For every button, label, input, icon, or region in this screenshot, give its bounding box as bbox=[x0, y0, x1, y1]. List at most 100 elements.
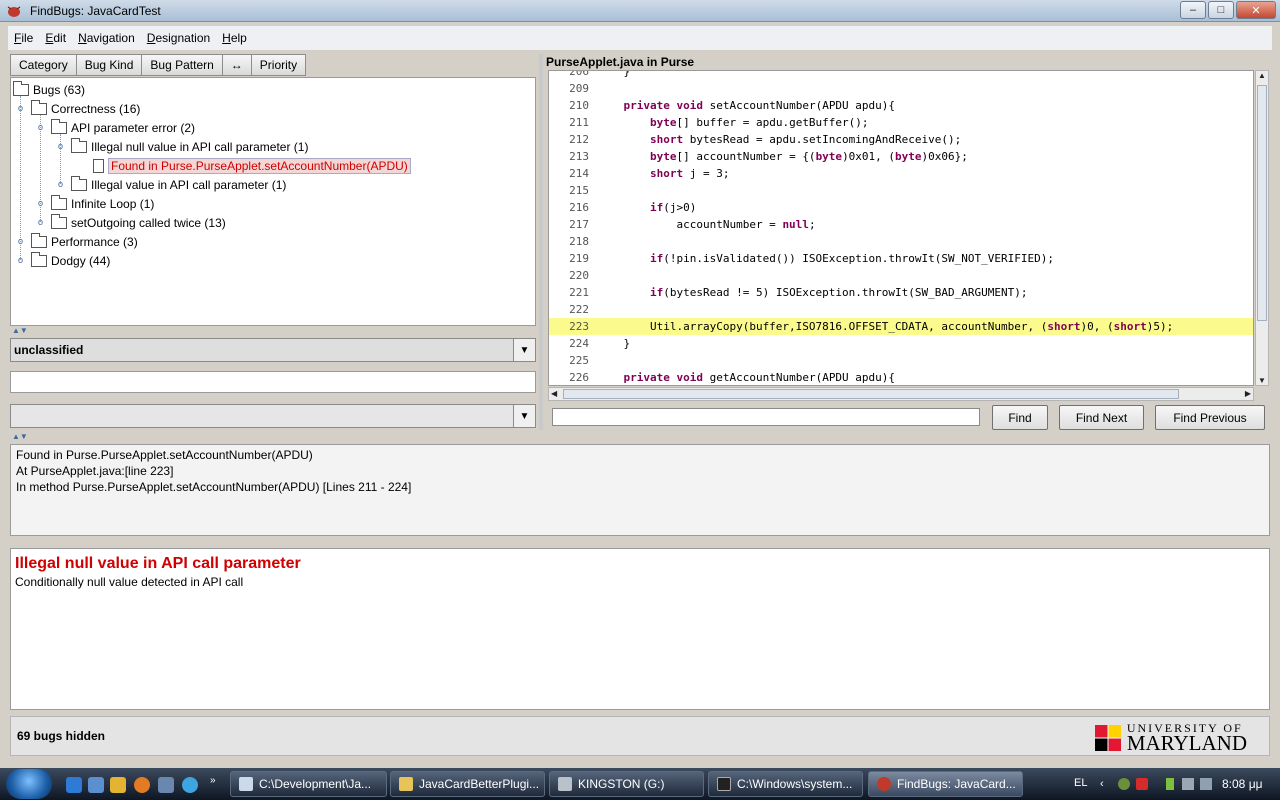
sort-bug-pattern-button[interactable]: Bug Pattern bbox=[141, 54, 222, 76]
network-icon[interactable] bbox=[1182, 778, 1194, 790]
code-text: if(j>0) bbox=[649, 201, 697, 214]
code-text: } bbox=[597, 337, 631, 350]
sort-category-button[interactable]: Category bbox=[10, 54, 76, 76]
tree-leaf-found-in[interactable]: Found in Purse.PurseApplet.setAccountNum… bbox=[93, 156, 411, 175]
taskbar-item[interactable]: C:\Development\Ja... bbox=[230, 771, 387, 797]
code-line: 221 if(bytesRead != 5) ISOException.thro… bbox=[549, 284, 1253, 301]
menu-edit[interactable]: Edit bbox=[39, 31, 72, 45]
dropdown-arrow-icon[interactable]: ▼ bbox=[513, 339, 535, 361]
start-button[interactable] bbox=[6, 769, 52, 799]
tree-root[interactable]: Bugs (63) bbox=[13, 80, 85, 99]
menu-navigation[interactable]: Navigation bbox=[72, 31, 141, 45]
maximize-button[interactable]: □ bbox=[1208, 1, 1234, 19]
tray-chevron-icon[interactable]: ‹ bbox=[1100, 778, 1112, 790]
scroll-down-icon[interactable]: ▼ bbox=[1258, 376, 1266, 385]
splitter-arrows-icon[interactable]: ▲▼ bbox=[12, 326, 28, 335]
tree-label: Bugs (63) bbox=[33, 82, 86, 97]
expand-toggle-icon[interactable]: o bbox=[56, 180, 65, 189]
find-button[interactable]: Find bbox=[992, 405, 1048, 430]
dropdown-arrow-icon[interactable]: ▼ bbox=[513, 405, 535, 427]
title-bar: FindBugs: JavaCardTest – □ ✕ bbox=[0, 0, 1280, 22]
bug-tree[interactable]: Bugs (63) o Correctness (16) o API param… bbox=[10, 77, 536, 326]
source-code-view[interactable]: 206 } 209 210 private void setAccountNumbe… bbox=[548, 70, 1254, 386]
tree-label: Illegal null value in API call parameter… bbox=[91, 139, 309, 154]
quicklaunch-chevron-icon[interactable]: » bbox=[210, 775, 216, 786]
taskbar-item-label: KINGSTON (G:) bbox=[578, 777, 665, 791]
collapse-toggle-icon[interactable]: o bbox=[56, 142, 65, 151]
menu-file[interactable]: File bbox=[8, 31, 39, 45]
find-next-button[interactable]: Find Next bbox=[1059, 405, 1144, 430]
language-indicator[interactable]: EL bbox=[1074, 777, 1087, 789]
find-input[interactable] bbox=[552, 408, 980, 426]
search-icon[interactable] bbox=[182, 777, 198, 793]
vertical-splitter[interactable] bbox=[539, 54, 543, 430]
tree-node-performance[interactable]: o Performance (3) bbox=[16, 232, 138, 251]
collapse-toggle-icon[interactable]: o bbox=[36, 123, 45, 132]
taskbar-item-label: C:\Development\Ja... bbox=[259, 777, 372, 791]
battery-icon[interactable] bbox=[1166, 778, 1174, 790]
folder-icon bbox=[71, 175, 87, 191]
drive-icon bbox=[558, 777, 572, 791]
volume-icon[interactable] bbox=[1200, 778, 1212, 790]
comment-history-select[interactable]: ▼ bbox=[10, 404, 536, 428]
source-horizontal-scrollbar[interactable]: ◀ ▶ bbox=[548, 387, 1254, 401]
tree-node-correctness[interactable]: o Correctness (16) bbox=[16, 99, 140, 118]
firefox-icon[interactable] bbox=[134, 777, 150, 793]
line-number: 221 bbox=[569, 286, 589, 299]
sort-bug-kind-button[interactable]: Bug Kind bbox=[75, 54, 142, 76]
tree-label: API parameter error (2) bbox=[71, 120, 196, 135]
code-line: 222 bbox=[549, 301, 1253, 318]
tree-node-set-outgoing[interactable]: o setOutgoing called twice (13) bbox=[36, 213, 226, 232]
code-line: 220 bbox=[549, 267, 1253, 284]
sort-priority-button[interactable]: Priority bbox=[250, 54, 307, 76]
show-desktop-icon[interactable] bbox=[88, 777, 104, 793]
designation-select[interactable]: unclassified ▼ bbox=[10, 338, 536, 362]
taskbar-item[interactable]: JavaCardBetterPlugi... bbox=[390, 771, 545, 797]
sort-order-arrow-button[interactable]: ↔ bbox=[221, 54, 251, 76]
logo-line-2: MARYLAND bbox=[1126, 731, 1247, 755]
line-number: 206 bbox=[569, 70, 589, 78]
minimize-button[interactable]: – bbox=[1180, 1, 1206, 19]
quicklaunch-icon[interactable] bbox=[110, 777, 126, 793]
comment-input[interactable] bbox=[10, 371, 536, 393]
scroll-up-icon[interactable]: ▲ bbox=[1258, 71, 1266, 80]
taskbar-item-active[interactable]: FindBugs: JavaCard... bbox=[868, 771, 1023, 797]
scroll-left-icon[interactable]: ◀ bbox=[551, 389, 557, 398]
summary-line: Found in Purse.PurseApplet.setAccountNum… bbox=[16, 448, 313, 462]
source-vertical-scrollbar[interactable]: ▲ ▼ bbox=[1255, 70, 1269, 386]
tree-label: Performance (3) bbox=[51, 234, 138, 249]
tray-pdf-icon[interactable] bbox=[1136, 778, 1148, 790]
tree-node-api-parameter-error[interactable]: o API parameter error (2) bbox=[36, 118, 195, 137]
ie-icon[interactable] bbox=[66, 777, 82, 793]
code-line: 211 byte[] buffer = apdu.getBuffer(); bbox=[549, 114, 1253, 131]
tray-app-icon[interactable] bbox=[1118, 778, 1130, 790]
menu-help[interactable]: Help bbox=[216, 31, 253, 45]
code-line: 219 if(!pin.isValidated()) ISOException.… bbox=[549, 250, 1253, 267]
tree-node-infinite-loop[interactable]: o Infinite Loop (1) bbox=[36, 194, 154, 213]
clock[interactable]: 8:08 μμ bbox=[1222, 777, 1263, 791]
close-button[interactable]: ✕ bbox=[1236, 1, 1276, 19]
code-line: 215 bbox=[549, 182, 1253, 199]
bug-details-description: Conditionally null value detected in API… bbox=[15, 575, 244, 589]
line-number: 209 bbox=[569, 82, 589, 95]
expand-toggle-icon[interactable]: o bbox=[36, 218, 45, 227]
tree-label: Infinite Loop (1) bbox=[71, 196, 155, 211]
tree-node-dodgy[interactable]: o Dodgy (44) bbox=[16, 251, 110, 270]
expand-toggle-icon[interactable]: o bbox=[16, 237, 25, 246]
taskbar-item[interactable]: KINGSTON (G:) bbox=[549, 771, 704, 797]
menu-designation[interactable]: Designation bbox=[141, 31, 216, 45]
tree-label: setOutgoing called twice (13) bbox=[71, 215, 226, 230]
scroll-right-icon[interactable]: ▶ bbox=[1245, 389, 1251, 398]
collapse-toggle-icon[interactable]: o bbox=[16, 104, 25, 113]
tree-node-illegal-value[interactable]: o Illegal value in API call parameter (1… bbox=[56, 175, 286, 194]
tree-node-illegal-null[interactable]: o Illegal null value in API call paramet… bbox=[56, 137, 308, 156]
expand-toggle-icon[interactable]: o bbox=[16, 256, 25, 265]
find-previous-button[interactable]: Find Previous bbox=[1155, 405, 1265, 430]
quicklaunch-icon[interactable] bbox=[158, 777, 174, 793]
taskbar-item[interactable]: C:\Windows\system... bbox=[708, 771, 863, 797]
scroll-thumb[interactable] bbox=[1257, 85, 1267, 321]
splitter-arrows-icon[interactable]: ▲▼ bbox=[12, 432, 28, 441]
expand-toggle-icon[interactable]: o bbox=[36, 199, 45, 208]
scroll-thumb[interactable] bbox=[563, 389, 1179, 399]
code-line: 217 accountNumber = null; bbox=[549, 216, 1253, 233]
